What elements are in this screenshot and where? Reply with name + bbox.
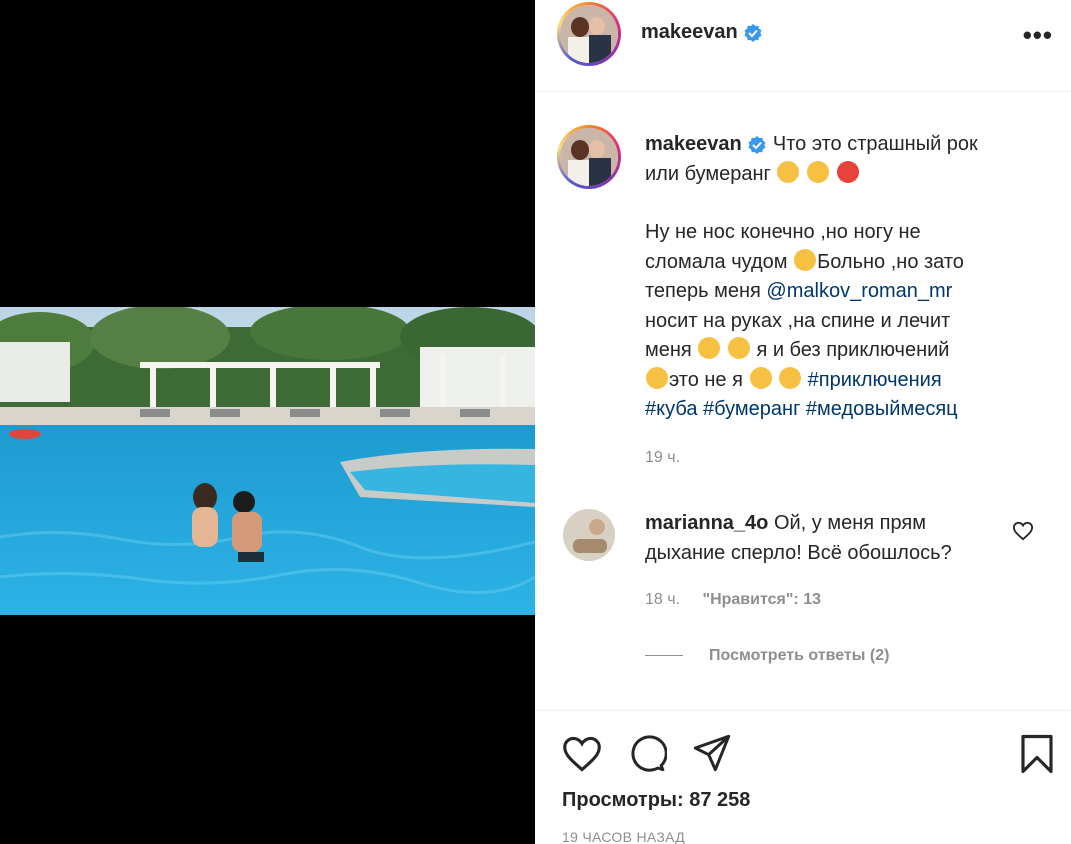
post-timestamp[interactable]: 19 ЧАСОВ НАЗАД — [562, 829, 685, 844]
thinking-face-emoji-icon — [806, 160, 829, 183]
post-actions: Просмотры: 87 258 19 ЧАСОВ НАЗАД — [535, 710, 1071, 844]
angry-face-emoji-icon — [836, 160, 859, 183]
username-text[interactable]: makeevan — [641, 21, 738, 43]
verified-badge-icon — [744, 23, 762, 42]
pool-photo — [0, 307, 535, 615]
comment-bubble-icon[interactable] — [627, 733, 667, 773]
grinning-face-emoji-icon — [646, 366, 668, 389]
comment-likes[interactable]: "Нравится": 13 — [702, 591, 821, 608]
couple-avatar-icon — [560, 5, 618, 63]
comment-timestamp[interactable]: 18 ч. — [645, 591, 680, 608]
screaming-face-emoji-icon — [777, 160, 800, 183]
author-username[interactable]: makeevan — [641, 21, 763, 44]
author-avatar[interactable] — [557, 2, 621, 66]
zany-face-emoji-icon — [698, 337, 721, 359]
heart-icon[interactable] — [561, 735, 603, 773]
comment-meta: 18 ч. "Нравится": 13 — [645, 591, 821, 609]
view-replies-button[interactable]: Посмотреть ответы (2) — [645, 647, 889, 665]
comment-like-heart-icon[interactable] — [1012, 521, 1034, 541]
post-panel: makeevan ••• makeevan Что это страшный р… — [535, 0, 1071, 844]
caption-text: это не я — [669, 368, 743, 391]
post-header: makeevan ••• — [535, 0, 1071, 92]
caption-text: я и без приключений — [756, 339, 950, 361]
caption-username[interactable]: makeevan — [645, 133, 742, 155]
comment-item: marianna_4o Ой, у меня прям дыхание спер… — [645, 508, 1015, 568]
post-caption: makeevan Что это страшный рок или бумера… — [645, 130, 1050, 425]
caption-text: сломала чудом — [645, 250, 788, 273]
caption-text: носит на руках ,на спине и лечит — [645, 309, 951, 332]
sunglasses-face-emoji-icon — [749, 366, 772, 389]
commenter-avatar[interactable] — [563, 509, 615, 561]
caption-text: меня — [645, 339, 692, 361]
post-photo[interactable] — [0, 307, 535, 615]
couple-avatar-icon — [560, 128, 618, 186]
bookmark-icon[interactable] — [1019, 733, 1055, 775]
caption-text: или бумеранг — [645, 162, 771, 185]
comment-text: Ой, у меня прям — [773, 512, 926, 534]
caption-text: Больно ,но зато — [817, 250, 964, 273]
caption-timestamp[interactable]: 19 ч. — [645, 449, 680, 467]
commenter-avatar-icon — [563, 509, 615, 561]
media-area[interactable] — [0, 0, 535, 844]
hashtag-link[interactable]: #приключения — [808, 369, 942, 391]
view-replies-label[interactable]: Посмотреть ответы (2) — [709, 647, 889, 664]
caption-text: теперь меня — [645, 280, 761, 302]
more-options-button[interactable]: ••• — [1023, 20, 1053, 51]
tired-face-emoji-icon — [794, 248, 817, 271]
hashtag-link[interactable]: #куба #бумеранг #медовыймесяц — [645, 398, 958, 420]
verified-badge-icon — [748, 135, 766, 154]
paper-plane-icon[interactable] — [692, 733, 732, 773]
winking-tongue-emoji-icon — [779, 366, 802, 389]
instagram-post-view: makeevan ••• makeevan Что это страшный р… — [0, 0, 1071, 844]
comment-username[interactable]: marianna_4o — [645, 512, 768, 534]
caption-text: Что это страшный рок — [772, 133, 978, 155]
mention-link[interactable]: @malkov_roman_mr — [766, 280, 952, 302]
winking-tongue-emoji-icon — [727, 337, 750, 359]
replies-divider — [645, 655, 683, 657]
caption-avatar[interactable] — [557, 125, 621, 189]
view-count[interactable]: Просмотры: 87 258 — [562, 789, 750, 812]
comment-text: дыхание сперло! Всё обошлось? — [645, 542, 952, 564]
caption-text: Ну не нос конечно ,но ногу не — [645, 221, 921, 243]
